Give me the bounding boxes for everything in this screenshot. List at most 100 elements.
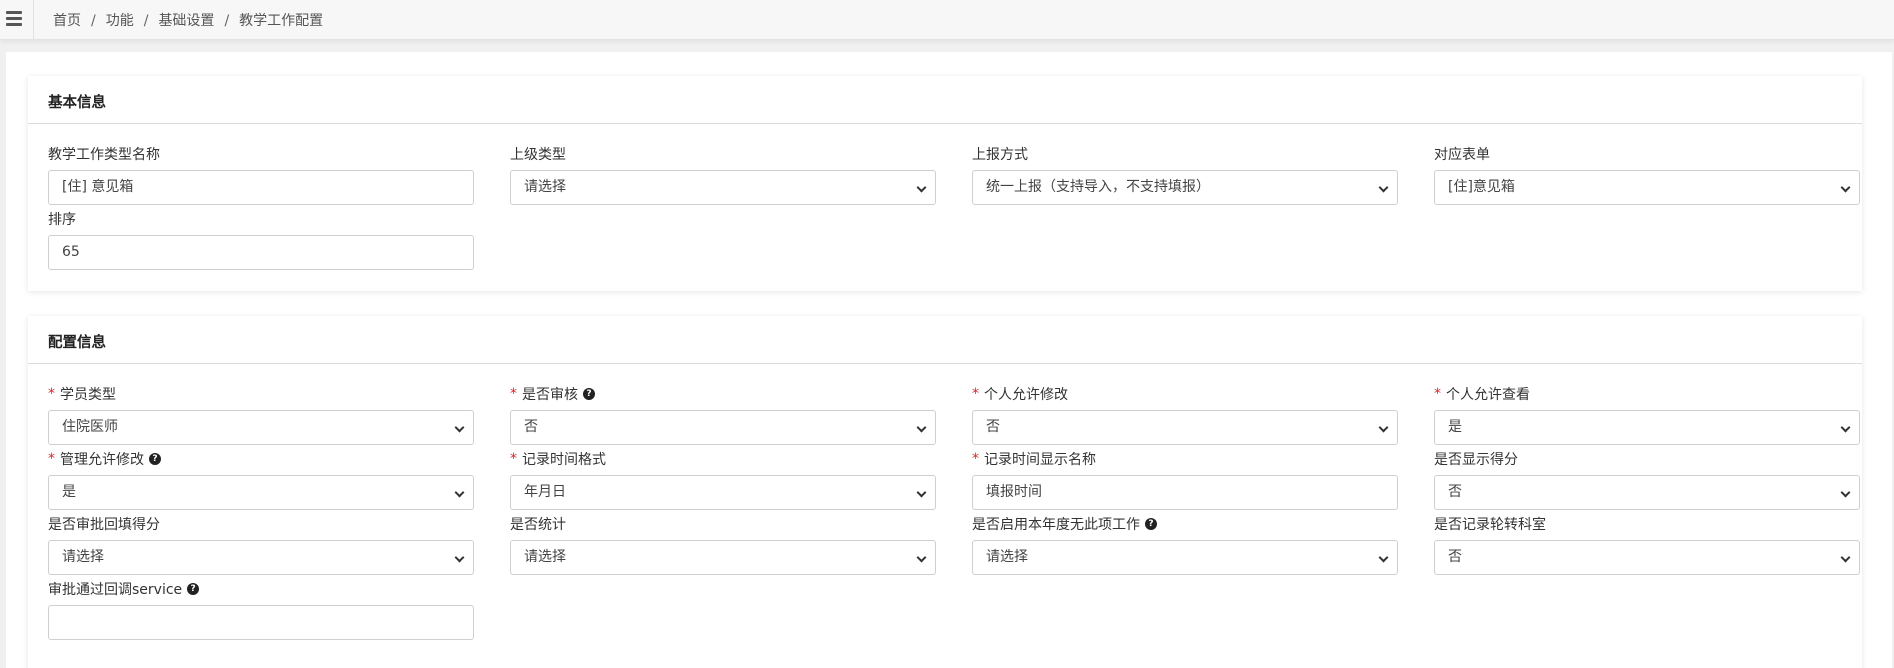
text-input[interactable]: 65 bbox=[48, 235, 474, 270]
select-dropdown[interactable]: [住]意见箱 bbox=[1434, 170, 1860, 205]
field-label: * 个人允许修改 bbox=[972, 384, 1068, 404]
field-value: 住院医师 bbox=[62, 419, 118, 435]
text-input[interactable]: 填报时间 bbox=[972, 475, 1398, 510]
field-label: 是否统计 bbox=[510, 514, 566, 534]
breadcrumb: 首页 / 功能 / 基础设置 / 教学工作配置 bbox=[53, 13, 324, 29]
basic-info-title: 基本信息 bbox=[28, 76, 1862, 124]
select-dropdown[interactable]: 请选择 bbox=[510, 170, 936, 205]
field-value: 否 bbox=[524, 419, 538, 435]
chevron-down-icon bbox=[916, 182, 927, 193]
field-label-text: 上级类型 bbox=[510, 147, 566, 163]
select-dropdown[interactable]: 否 bbox=[510, 410, 936, 445]
field-value: 否 bbox=[1448, 484, 1462, 500]
required-marker: * bbox=[972, 451, 979, 467]
chevron-down-icon bbox=[454, 422, 465, 433]
select-dropdown[interactable]: 请选择 bbox=[48, 540, 474, 575]
field-value: 年月日 bbox=[524, 484, 566, 500]
field-label: * 记录时间格式 bbox=[510, 449, 606, 469]
field-label: * 是否审核? bbox=[510, 384, 595, 404]
select-dropdown[interactable]: 统一上报（支持导入，不支持填报） bbox=[972, 170, 1398, 205]
required-marker: * bbox=[972, 386, 979, 402]
main-content: 基本信息 教学工作类型名称 [住] 意见箱 上级类型请选择 上报方式统一上报（支持导入… bbox=[6, 52, 1892, 668]
question-circle-icon[interactable]: ? bbox=[583, 388, 595, 400]
chevron-down-icon bbox=[916, 552, 927, 563]
chevron-down-icon bbox=[1378, 182, 1389, 193]
field-value: 是 bbox=[1448, 419, 1462, 435]
select-dropdown[interactable]: 是 bbox=[48, 475, 474, 510]
config-info-card: 配置信息 * 学员类型 住院医师 * 是否审核? 否 * 个人允许修改否 * 个人允许查看是 * 管理… bbox=[28, 316, 1862, 668]
required-marker: * bbox=[510, 451, 517, 467]
question-circle-icon[interactable]: ? bbox=[1145, 518, 1157, 530]
field-label: * 记录时间显示名称 bbox=[972, 449, 1096, 469]
hamburger-menu-icon[interactable] bbox=[6, 10, 24, 28]
field-label-text: 是否审批回填得分 bbox=[48, 517, 160, 533]
text-input[interactable]: [住] 意见箱 bbox=[48, 170, 474, 205]
select-dropdown[interactable]: 请选择 bbox=[972, 540, 1398, 575]
required-marker: * bbox=[48, 386, 55, 402]
breadcrumb-home[interactable]: 首页 bbox=[53, 13, 81, 29]
chevron-down-icon bbox=[1840, 422, 1851, 433]
field-label-text: 记录时间显示名称 bbox=[984, 452, 1096, 468]
text-input[interactable] bbox=[48, 605, 474, 640]
config-info-title: 配置信息 bbox=[28, 316, 1862, 364]
field-value: 请选择 bbox=[524, 549, 566, 565]
field-label-text: 个人允许修改 bbox=[984, 387, 1068, 403]
select-dropdown[interactable]: 否 bbox=[1434, 540, 1860, 575]
field-label: 是否审批回填得分 bbox=[48, 514, 160, 534]
select-dropdown[interactable]: 住院医师 bbox=[48, 410, 474, 445]
field-label-text: 是否审核 bbox=[522, 387, 578, 403]
field-value: 请选择 bbox=[524, 179, 566, 195]
field-value: 65 bbox=[62, 244, 80, 260]
field-label-text: 是否统计 bbox=[510, 517, 566, 533]
field-label: * 个人允许查看 bbox=[1434, 384, 1530, 404]
select-dropdown[interactable]: 是 bbox=[1434, 410, 1860, 445]
field-label: 对应表单 bbox=[1434, 144, 1490, 164]
field-label: * 学员类型 bbox=[48, 384, 116, 404]
field-label-text: 上报方式 bbox=[972, 147, 1028, 163]
field-label-text: 学员类型 bbox=[60, 387, 116, 403]
question-circle-icon[interactable]: ? bbox=[149, 453, 161, 465]
field-value: [住]意见箱 bbox=[1448, 179, 1515, 195]
field-label: 是否显示得分 bbox=[1434, 449, 1518, 469]
select-dropdown[interactable]: 否 bbox=[1434, 475, 1860, 510]
field-label-text: 审批通过回调service bbox=[48, 582, 183, 598]
field-label-text: 对应表单 bbox=[1434, 147, 1490, 163]
select-dropdown[interactable]: 年月日 bbox=[510, 475, 936, 510]
basic-info-card: 基本信息 教学工作类型名称 [住] 意见箱 上级类型请选择 上报方式统一上报（支持导入… bbox=[28, 76, 1862, 291]
top-bar: 首页 / 功能 / 基础设置 / 教学工作配置 bbox=[0, 0, 1894, 40]
chevron-down-icon bbox=[1840, 182, 1851, 193]
chevron-down-icon bbox=[1378, 552, 1389, 563]
field-value: 是 bbox=[62, 484, 76, 500]
required-marker: * bbox=[1434, 386, 1441, 402]
field-label-text: 教学工作类型名称 bbox=[48, 147, 160, 163]
field-label: 上级类型 bbox=[510, 144, 566, 164]
breadcrumb-current: 教学工作配置 bbox=[239, 13, 324, 29]
field-value: 否 bbox=[1448, 549, 1462, 565]
question-circle-icon[interactable]: ? bbox=[187, 583, 200, 595]
breadcrumb-basic-settings[interactable]: 基础设置 bbox=[158, 13, 214, 29]
required-marker: * bbox=[48, 451, 55, 467]
field-label-text: 记录时间格式 bbox=[522, 452, 606, 468]
select-dropdown[interactable]: 否 bbox=[972, 410, 1398, 445]
field-label: 上报方式 bbox=[972, 144, 1028, 164]
field-value: 请选择 bbox=[62, 549, 104, 565]
chevron-down-icon bbox=[1840, 552, 1851, 563]
field-value: 否 bbox=[986, 419, 1000, 435]
field-value: 统一上报（支持导入，不支持填报） bbox=[986, 179, 1210, 195]
breadcrumb-function[interactable]: 功能 bbox=[106, 13, 134, 29]
chevron-down-icon bbox=[454, 487, 465, 498]
field-label-text: 个人允许查看 bbox=[1446, 387, 1530, 403]
chevron-down-icon bbox=[916, 487, 927, 498]
chevron-down-icon bbox=[1840, 487, 1851, 498]
field-label-text: 排序 bbox=[48, 212, 76, 228]
select-dropdown[interactable]: 请选择 bbox=[510, 540, 936, 575]
field-value: 填报时间 bbox=[986, 484, 1042, 500]
topbar-divider bbox=[33, 0, 34, 40]
field-label: 教学工作类型名称 bbox=[48, 144, 160, 164]
chevron-down-icon bbox=[916, 422, 927, 433]
field-label-text: 是否显示得分 bbox=[1434, 452, 1518, 468]
required-marker: * bbox=[510, 386, 517, 402]
field-value: 请选择 bbox=[986, 549, 1028, 565]
field-label: 是否启用本年度无此项工作? bbox=[972, 514, 1157, 534]
field-label-text: 是否记录轮转科室 bbox=[1434, 517, 1546, 533]
